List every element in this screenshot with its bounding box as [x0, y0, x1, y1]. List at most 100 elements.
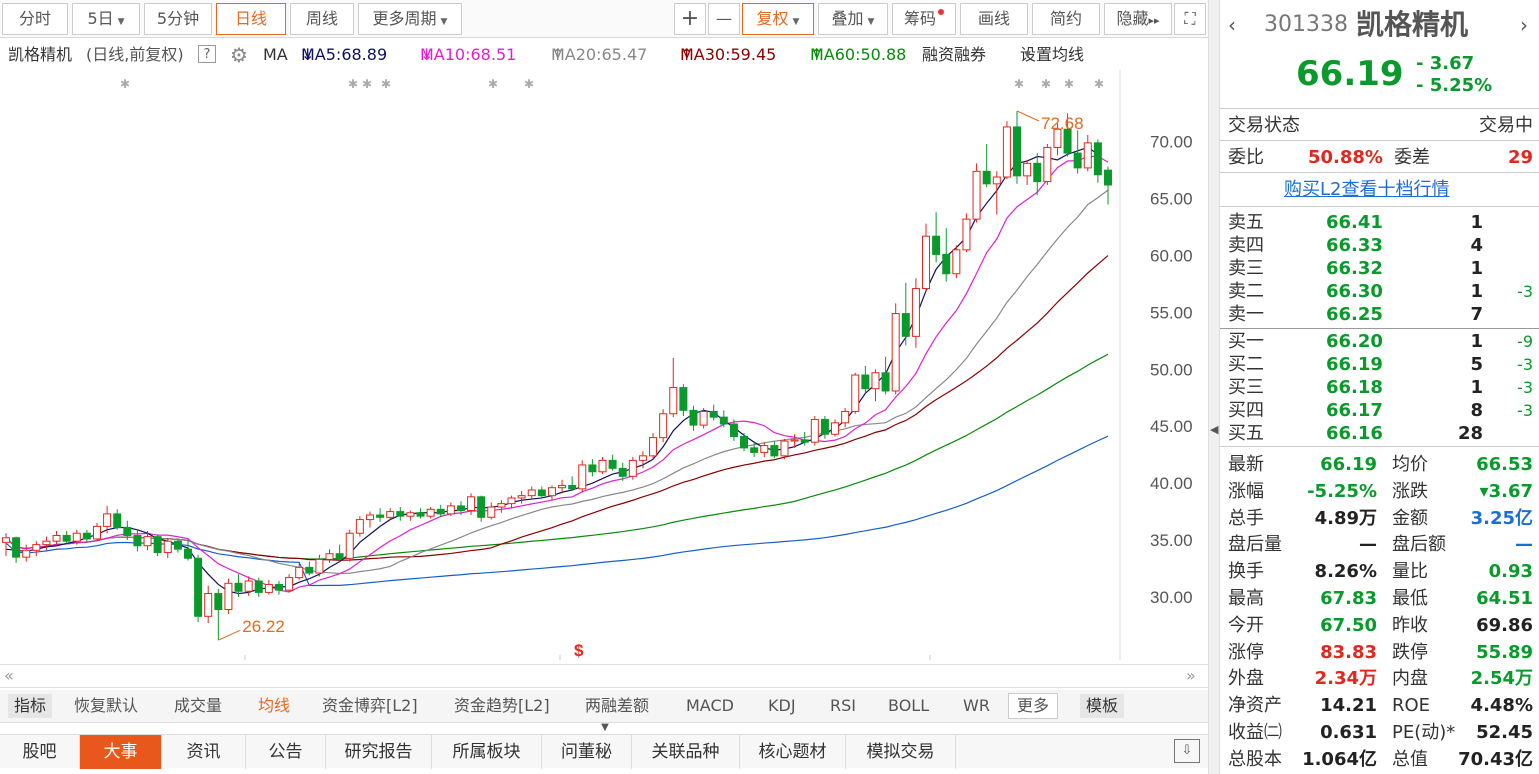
tab-5min[interactable]: 5分钟: [144, 3, 212, 35]
simple-button[interactable]: 简约: [1032, 3, 1100, 35]
candle-body: [699, 410, 708, 426]
candle-body: [750, 447, 759, 453]
margin-trading-link[interactable]: 融资融券: [922, 40, 986, 70]
overlay-button[interactable]: 叠加 ▼: [818, 3, 888, 35]
indicator-fund-trend[interactable]: 资金趋势[L2]: [454, 694, 550, 718]
candle-body: [72, 532, 81, 542]
candle-body: [133, 535, 142, 547]
tab-sector[interactable]: 所属板块: [432, 735, 542, 769]
buy-order-volume: 5: [1470, 354, 1483, 375]
kline-chart[interactable]: 70.00 65.00 60.00 55.00 50.00 45.00 40.00 35.00…: [0, 70, 1208, 660]
info-tabs: 股吧 大事 资讯 公告 研究报告 所属板块 问董秘 关联品种 核心题材 模拟交易…: [0, 734, 1208, 769]
download-icon[interactable]: ⇩: [1174, 739, 1200, 763]
template-button[interactable]: 模板: [1080, 694, 1125, 718]
buy-order-change: -3: [1517, 378, 1533, 397]
candle-body: [982, 170, 991, 185]
fuquan-button[interactable]: 复权 ▼: [742, 3, 814, 35]
prev-stock-icon[interactable]: ‹: [1228, 8, 1236, 42]
sell-order-label: 卖二: [1228, 281, 1264, 302]
restore-default-button[interactable]: 恢复默认: [74, 694, 138, 718]
tab-announcements[interactable]: 公告: [246, 735, 326, 769]
candle-body: [537, 489, 546, 497]
candle-body: [871, 372, 880, 390]
tab-events[interactable]: 大事: [80, 735, 162, 769]
help-icon[interactable]: ?: [198, 45, 216, 63]
candle-body: [173, 540, 182, 550]
arrow-up-icon: ↑: [680, 45, 694, 64]
tab-related[interactable]: 关联品种: [632, 735, 740, 769]
stat-label: 均价: [1392, 454, 1428, 475]
tab-guba[interactable]: 股吧: [0, 735, 80, 769]
arrow-up-icon: ↑: [810, 45, 824, 64]
tab-intraday[interactable]: 分时: [2, 3, 68, 35]
tab-5day[interactable]: 5日 ▼: [72, 3, 140, 35]
chip-button[interactable]: 筹码: [892, 3, 956, 35]
tab-research[interactable]: 研究报告: [326, 735, 432, 769]
indicator-wr[interactable]: WR: [963, 694, 990, 718]
candle-body: [972, 170, 981, 220]
divider: [1220, 172, 1539, 173]
settings-gear-icon[interactable]: ⚙: [230, 40, 248, 70]
tab-weekly[interactable]: 周线: [290, 3, 354, 35]
tab-mock-trade[interactable]: 模拟交易: [846, 735, 956, 769]
panel-splitter[interactable]: ◀: [1208, 0, 1220, 774]
stat-label: 涨跌: [1392, 480, 1428, 502]
stock-header: ‹ 301338 凯格精机 ›: [1220, 8, 1539, 42]
stock-title: 凯格精机: [1356, 8, 1469, 41]
indicator-kdj[interactable]: KDJ: [768, 694, 796, 718]
stat-value: 2.54万: [1470, 668, 1533, 690]
draw-button[interactable]: 画线: [960, 3, 1028, 35]
candle-body: [103, 513, 112, 527]
tab-ask-secretary[interactable]: 问董秘: [542, 735, 632, 769]
candle-body: [345, 532, 354, 559]
buy-order-label: 买一: [1228, 331, 1264, 352]
expand-icon[interactable]: ⛶: [1174, 3, 1206, 35]
indicator-ma[interactable]: 均线: [258, 694, 290, 718]
indicator-rsi[interactable]: RSI: [830, 694, 856, 718]
candle-body: [355, 519, 364, 534]
event-marker-icon: ✱: [1014, 77, 1024, 91]
tab-news[interactable]: 资讯: [162, 735, 246, 769]
indicator-macd[interactable]: MACD: [686, 694, 734, 718]
ma10-line: [5, 155, 1109, 593]
candle-body: [861, 374, 870, 390]
stat-label: 金额: [1392, 507, 1428, 529]
indicator-more-button[interactable]: 更多: [1008, 693, 1059, 719]
chart-scrollbar[interactable]: « »: [0, 664, 1208, 688]
stat-value: ▾3.67: [1479, 480, 1533, 502]
tab-more-periods[interactable]: 更多周期 ▼: [358, 3, 462, 35]
hide-button[interactable]: 隐藏▸▸: [1104, 3, 1172, 35]
stat-row: 外盘 2.34万 内盘 2.54万: [1220, 667, 1539, 690]
indicator-button[interactable]: 指标: [8, 694, 53, 718]
candle-body: [82, 532, 91, 540]
stat-value: —: [1515, 534, 1533, 556]
candle-body: [709, 410, 718, 418]
candle-body: [406, 512, 415, 517]
indicator-fund-game[interactable]: 资金博弈[L2]: [322, 694, 418, 718]
weibi-value: 50.88%: [1308, 147, 1383, 168]
zoom-out-button[interactable]: —: [708, 3, 740, 35]
indicator-volume[interactable]: 成交量: [174, 694, 222, 718]
scroll-right-icon[interactable]: »: [1186, 665, 1196, 687]
scroll-left-icon[interactable]: «: [4, 665, 14, 687]
buy-l2-link[interactable]: 购买L2查看十档行情: [1284, 178, 1449, 201]
divider: [1220, 108, 1539, 109]
sell-order-volume: 1: [1470, 212, 1483, 233]
tab-core-themes[interactable]: 核心题材: [740, 735, 846, 769]
ma-long-line: [5, 435, 1109, 587]
candle-body: [669, 387, 678, 415]
stat-row: 最高 67.83 最低 64.51: [1220, 587, 1539, 610]
candle-body: [416, 512, 425, 517]
stat-row: 总手 4.89万 金额 3.25亿: [1220, 507, 1539, 530]
tab-daily[interactable]: 日线: [216, 3, 286, 35]
collapse-panel-icon[interactable]: ◀: [1210, 410, 1218, 450]
candle-body: [285, 577, 294, 591]
collapse-arrow-icon[interactable]: ▼: [585, 723, 625, 733]
stat-label: 昨收: [1392, 614, 1428, 636]
y-tick-label: 70.00: [1150, 133, 1193, 152]
next-stock-icon[interactable]: ›: [1520, 8, 1528, 42]
quote-panel: ‹ 301338 凯格精机 › 66.19 - 3.67 - 5.25% 交易状…: [1220, 0, 1539, 774]
zoom-in-button[interactable]: +: [674, 3, 706, 35]
indicator-boll[interactable]: BOLL: [888, 694, 929, 718]
indicator-margin-diff[interactable]: 两融差额: [585, 694, 649, 718]
